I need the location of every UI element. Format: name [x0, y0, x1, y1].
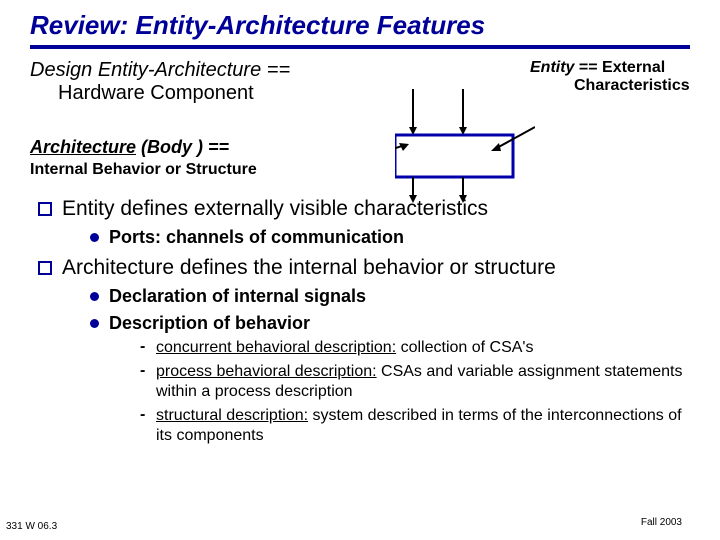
bullet-architecture-text: Architecture defines the internal behavi… — [62, 256, 556, 280]
bullet-concurrent-text: concurrent behavioral description: colle… — [156, 338, 533, 358]
architecture-underlined: Architecture — [30, 137, 136, 157]
bullet-process: - process behavioral description: CSAs a… — [140, 362, 690, 402]
structural-label: structural description: — [156, 407, 308, 424]
bullet-ports-text: Ports: channels of communication — [109, 227, 404, 248]
bullet-description: Description of behavior — [90, 313, 690, 334]
bullet-declaration: Declaration of internal signals — [90, 286, 690, 307]
bullet-architecture: Architecture defines the internal behavi… — [38, 256, 690, 280]
bullet-list: Entity defines externally visible charac… — [30, 197, 690, 446]
square-bullet-icon — [38, 261, 52, 275]
bullet-entity-text: Entity defines externally visible charac… — [62, 197, 488, 221]
bullet-description-text: Description of behavior — [109, 313, 310, 334]
slide-number: 331 W 06.3 — [6, 521, 57, 532]
entity-characteristics: Characteristics — [574, 77, 690, 95]
bullet-structural-text: structural description: system described… — [156, 406, 690, 446]
slide-body: Design Entity-Architecture == Hardware C… — [0, 59, 720, 446]
term-label: Fall 2003 — [641, 517, 682, 528]
concurrent-label: concurrent behavioral description: — [156, 339, 396, 356]
architecture-body-label: Architecture (Body ) == Internal Behavio… — [30, 137, 690, 179]
bullet-process-text: process behavioral description: CSAs and… — [156, 362, 690, 402]
dash-bullet-icon: - — [140, 338, 148, 358]
bullet-declaration-text: Declaration of internal signals — [109, 286, 366, 307]
entity-word: Entity — [530, 59, 574, 76]
dash-bullet-icon: - — [140, 406, 148, 446]
bullet-concurrent: - concurrent behavioral description: col… — [140, 338, 690, 358]
dot-bullet-icon — [90, 233, 99, 242]
dash-bullet-icon: - — [140, 362, 148, 402]
architecture-sub: Internal Behavior or Structure — [30, 161, 257, 178]
slide-title: Review: Entity-Architecture Features — [0, 0, 720, 45]
bullet-structural: - structural description: system describ… — [140, 406, 690, 446]
entity-eq-external: == External — [574, 59, 665, 76]
title-underline — [30, 45, 690, 49]
concurrent-rest: collection of CSA's — [396, 339, 533, 356]
bullet-entity: Entity defines externally visible charac… — [38, 197, 690, 221]
bullet-ports: Ports: channels of communication — [90, 227, 690, 248]
square-bullet-icon — [38, 202, 52, 216]
architecture-body-eq: (Body ) == — [136, 137, 229, 157]
process-label: process behavioral description: — [156, 363, 377, 380]
dot-bullet-icon — [90, 319, 99, 328]
entity-external-label: Entity == External Characteristics — [530, 59, 710, 94]
dot-bullet-icon — [90, 292, 99, 301]
